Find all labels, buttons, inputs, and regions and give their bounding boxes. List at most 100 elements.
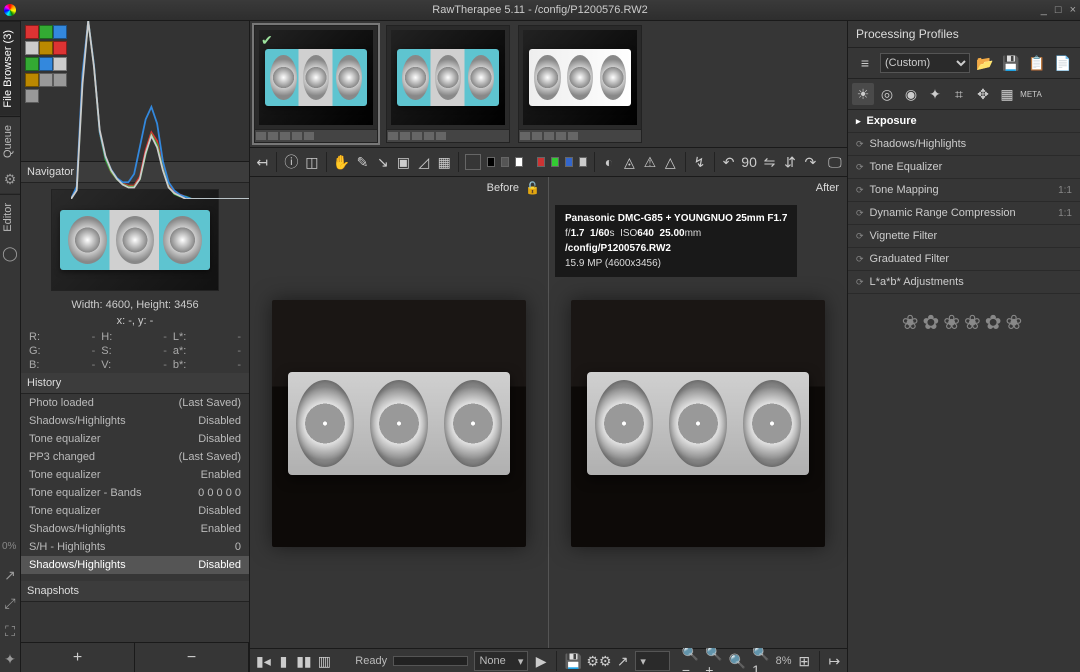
reset-icon[interactable]: ⟳ (856, 277, 864, 288)
reset-icon[interactable]: ⟳ (856, 162, 864, 173)
hand-tool-icon[interactable]: ✋ (333, 151, 350, 173)
tool-section[interactable]: ⟳Tone Mapping1:1 (848, 179, 1080, 202)
arrow-left-icon[interactable]: ↤ (254, 151, 270, 173)
reset-icon[interactable]: ⟳ (856, 254, 864, 265)
histogram-toggle[interactable] (25, 41, 39, 55)
snapshot-add-button[interactable]: + (21, 643, 135, 672)
expand-icon[interactable]: ▸ (856, 116, 861, 127)
tab-color-icon[interactable]: ◉ (900, 83, 922, 105)
toggle-right-panel-icon[interactable]: ↦ (828, 650, 841, 672)
preferences-icon[interactable]: ⚙ (0, 166, 20, 194)
rotate-right-icon[interactable]: ↷ (802, 151, 818, 173)
tab-locallab-icon[interactable]: ⌗ (948, 83, 970, 105)
histogram-toggle[interactable] (39, 73, 53, 87)
tool-section[interactable]: ▸Exposure (848, 110, 1080, 133)
history-item[interactable]: Tone equalizer - Bands0 0 0 0 0 (21, 484, 249, 502)
tab-raw-icon[interactable]: ▦ (996, 83, 1018, 105)
rotate-90-icon[interactable]: 90 (741, 151, 757, 173)
histogram-toggle[interactable] (25, 89, 39, 103)
sb-save-icon[interactable]: ▶ (534, 650, 547, 672)
histogram-toggle[interactable] (25, 25, 39, 39)
picker-icon[interactable]: ✎ (354, 151, 370, 173)
maximize-button[interactable]: □ (1055, 4, 1062, 16)
reset-icon[interactable]: ⟳ (856, 185, 864, 196)
tab-queue[interactable]: Queue (0, 116, 20, 166)
output-profile-select[interactable]: None▾ (474, 651, 528, 671)
reset-icon[interactable]: ⟳ (856, 231, 864, 242)
new-detail-window-icon[interactable]: ⊞ (798, 650, 811, 672)
profile-paste-icon[interactable]: 📄 (1052, 52, 1074, 74)
histogram-toggle[interactable] (53, 73, 67, 87)
history-item[interactable]: Tone equalizerEnabled (21, 466, 249, 484)
tool-icon[interactable]: ↗ (0, 561, 20, 589)
toggle-r[interactable] (537, 157, 545, 167)
tool-section[interactable]: ⟳L*a*b* Adjustments (848, 271, 1080, 294)
zoom-in-icon[interactable]: 🔍+ (705, 650, 722, 672)
sb-sync-icon[interactable]: ▥ (318, 650, 331, 672)
zoom-100-icon[interactable]: 🔍1 (752, 650, 769, 672)
snapshot-remove-button[interactable]: − (135, 643, 249, 672)
tab-meta-icon[interactable]: META (1020, 83, 1042, 105)
tab-advanced-icon[interactable]: ✦ (924, 83, 946, 105)
history-item[interactable]: S/H - Highlights0 (21, 538, 249, 556)
zoom-fit-icon[interactable]: 🔍 (729, 650, 746, 672)
history-item[interactable]: Shadows/HighlightsDisabled (21, 556, 249, 574)
straighten-icon[interactable]: ◿ (416, 151, 432, 173)
histogram-toggle[interactable] (25, 73, 39, 87)
fullscreen-icon[interactable]: ⤢ (0, 589, 20, 617)
tab-detail-icon[interactable]: ◎ (876, 83, 898, 105)
filmstrip-thumb[interactable] (518, 25, 642, 143)
history-item[interactable]: PP3 changed(Last Saved) (21, 448, 249, 466)
profile-copy-icon[interactable]: 📋 (1026, 52, 1048, 74)
filmstrip-thumb[interactable]: ✔ (254, 25, 378, 143)
histogram-toggle[interactable] (53, 25, 67, 39)
tab-exposure-icon[interactable]: ☀ (852, 83, 874, 105)
false-color-icon[interactable]: ↯ (691, 151, 707, 173)
reset-icon[interactable]: ⟳ (856, 139, 864, 150)
tool-section[interactable]: ⟳Dynamic Range Compression1:1 (848, 202, 1080, 225)
history-item[interactable]: Tone equalizerDisabled (21, 502, 249, 520)
close-button[interactable]: × (1070, 4, 1076, 16)
histogram-toggle[interactable] (53, 57, 67, 71)
rotate-left-icon[interactable]: ↶ (720, 151, 736, 173)
before-image[interactable] (250, 199, 548, 648)
settings-icon[interactable]: ✦ (0, 645, 20, 672)
sb-nav-first-icon[interactable]: ▮◂ (256, 650, 271, 672)
toggle-white-bg[interactable] (515, 157, 523, 167)
contrast-icon[interactable]: ◐ (601, 151, 617, 173)
toggle-b[interactable] (565, 157, 573, 167)
tab-file-browser[interactable]: File Browser (3) (0, 21, 20, 116)
crop-icon[interactable]: ▣ (395, 151, 411, 173)
sb-nav-next-icon[interactable]: ▮▮ (296, 650, 311, 672)
unlock-icon[interactable]: 🔓 (525, 181, 540, 195)
sb-edit-ext-icon[interactable]: ↗ (616, 650, 629, 672)
clip-warn-icon[interactable]: ⚠ (642, 151, 658, 173)
help-icon[interactable]: ⛶ (0, 617, 20, 645)
zoom-out-icon[interactable]: 🔍− (682, 650, 699, 672)
clip-warn2-icon[interactable]: △ (662, 151, 678, 173)
toggle-black-bg[interactable] (487, 157, 495, 167)
bg-square-icon[interactable] (465, 151, 481, 173)
tool-section[interactable]: ⟳Shadows/Highlights (848, 133, 1080, 156)
ext-editor-select[interactable]: ▾ (635, 651, 669, 671)
profile-fill-mode-icon[interactable]: ≡ (854, 52, 876, 74)
flip-v-icon[interactable]: ⇵ (782, 151, 798, 173)
sb-nav-prev-icon[interactable]: ▮ (277, 650, 290, 672)
perspective-icon[interactable]: ▦ (436, 151, 452, 173)
info-icon[interactable]: ⓘ (283, 151, 299, 173)
profile-load-icon[interactable]: 📂 (974, 52, 996, 74)
toggle-gray-bg[interactable] (501, 157, 509, 167)
history-item[interactable]: Tone equalizerDisabled (21, 430, 249, 448)
histogram-toggle[interactable] (25, 57, 39, 71)
toggle-l[interactable] (579, 157, 587, 167)
after-image[interactable]: Panasonic DMC-G85 + YOUNGNUO 25mm F1.7 f… (549, 199, 847, 648)
histogram-toggle[interactable] (53, 41, 67, 55)
history-item[interactable]: Shadows/HighlightsDisabled (21, 412, 249, 430)
history-item[interactable]: Shadows/HighlightsEnabled (21, 520, 249, 538)
toggle-g[interactable] (551, 157, 559, 167)
monitor-profile-icon[interactable]: 🖵 (827, 151, 843, 173)
tool-section[interactable]: ⟳Tone Equalizer (848, 156, 1080, 179)
history-item[interactable]: Photo loaded(Last Saved) (21, 394, 249, 412)
filmstrip-thumb[interactable] (386, 25, 510, 143)
tool-section[interactable]: ⟳Graduated Filter (848, 248, 1080, 271)
